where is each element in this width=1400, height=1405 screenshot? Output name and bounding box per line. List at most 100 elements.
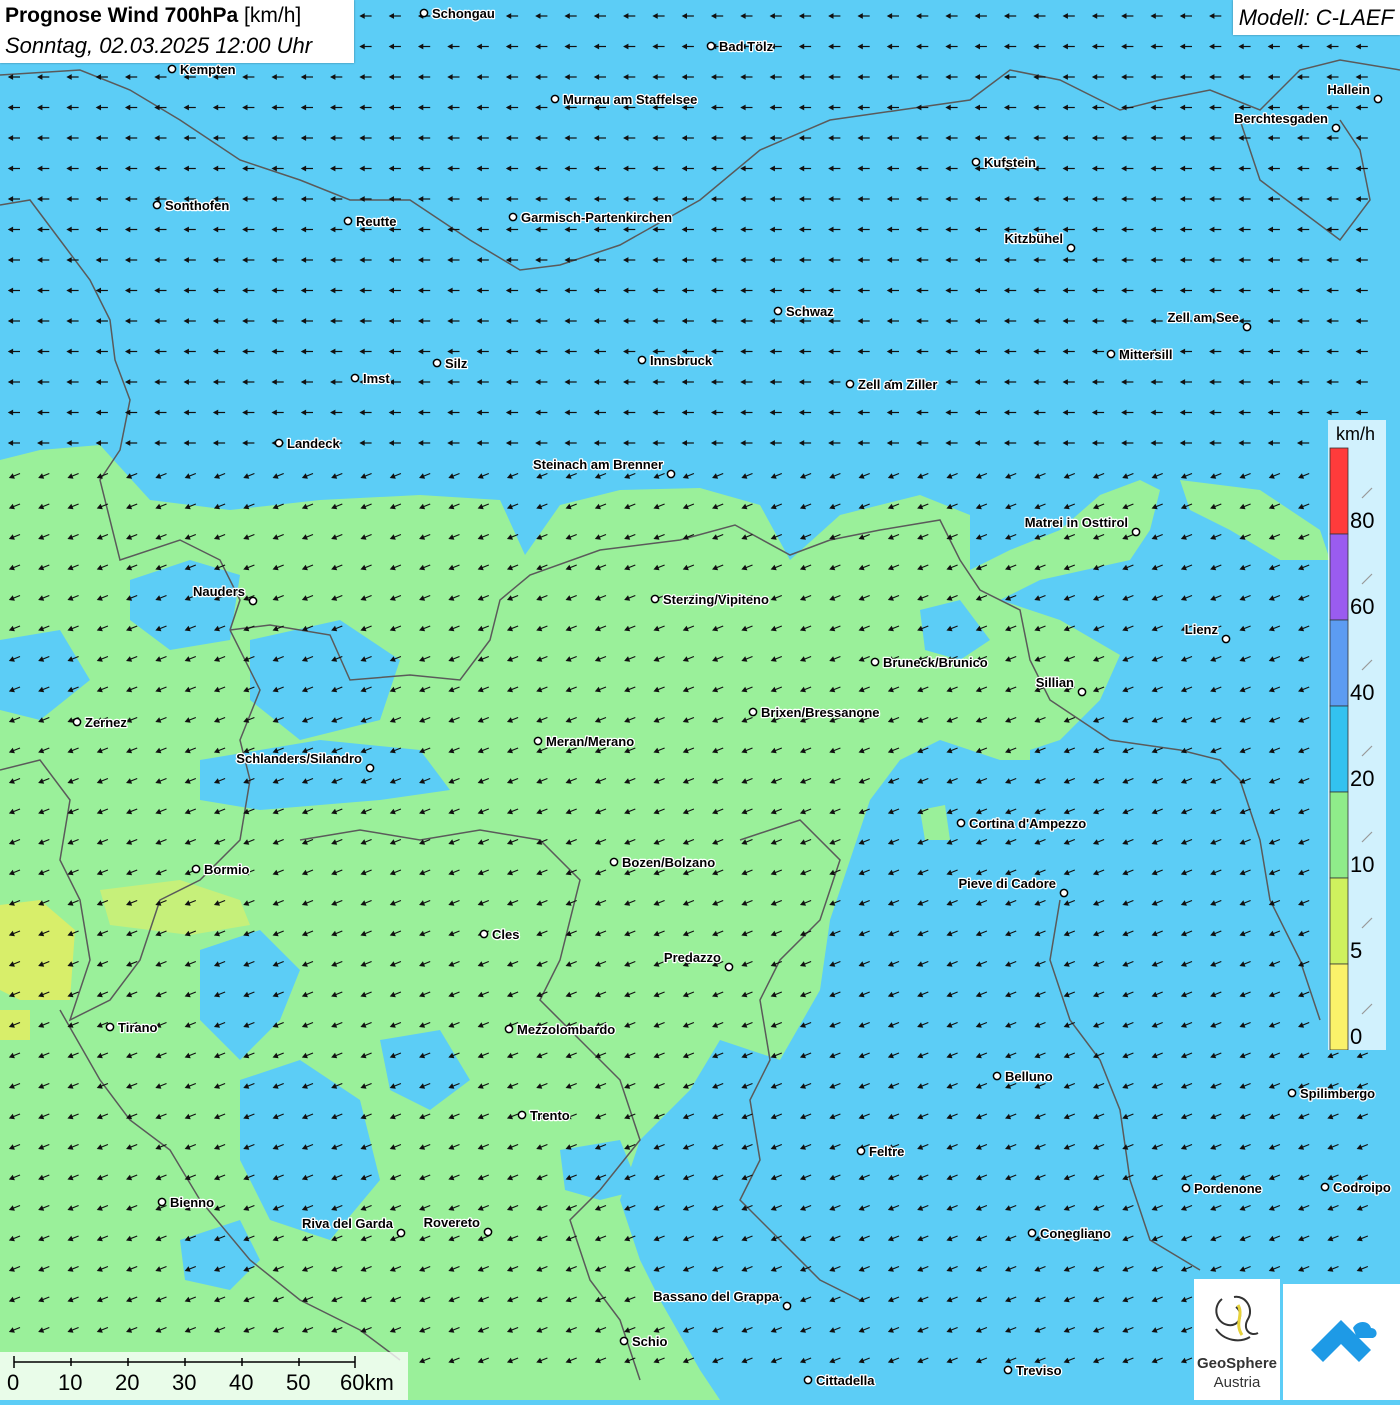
city-marker-icon	[508, 212, 518, 222]
city-label: Landeck	[287, 436, 341, 451]
legend-level-label: 60	[1350, 594, 1374, 619]
city-label: Imst	[363, 371, 390, 386]
city-label: Zernez	[85, 715, 127, 730]
city-label: Spilimbergo	[1300, 1086, 1375, 1101]
geosphere-logo-icon	[1215, 1295, 1259, 1342]
legend-swatch	[1329, 447, 1349, 535]
legend-arrow-icon	[1361, 745, 1373, 757]
city-marker-icon	[517, 1110, 527, 1120]
city-label: Kempten	[180, 62, 236, 77]
color-legend: km/h 80 60 40 20 10 5 0	[1328, 420, 1386, 1050]
logo-name-line1: GeoSphere	[1196, 1355, 1278, 1372]
city-label: Schwaz	[786, 304, 834, 319]
city-label: Matrei in Osttirol	[1025, 515, 1128, 530]
city-label: Cortina d'Ampezzo	[969, 816, 1086, 831]
city-marker-icon	[637, 355, 647, 365]
city-marker-icon	[845, 379, 855, 389]
city-label: Sillian	[1036, 675, 1074, 690]
city-marker-icon	[533, 736, 543, 746]
app-icon[interactable]	[1283, 1284, 1400, 1400]
city-marker-icon	[343, 216, 353, 226]
geosphere-logo[interactable]: GeoSphere Austria	[1194, 1279, 1280, 1400]
city-marker-icon	[803, 1375, 813, 1385]
legend-arrow-icon	[1361, 917, 1373, 929]
scale-label-40: 40	[229, 1370, 254, 1395]
city-label: Cittadella	[816, 1373, 875, 1388]
city-marker-icon	[504, 1024, 514, 1034]
legend-level-label: 80	[1350, 508, 1374, 533]
city-marker-icon	[992, 1071, 1002, 1081]
city-marker-icon	[1331, 123, 1341, 133]
city-label: Pordenone	[1194, 1181, 1262, 1196]
logo-name-line2: Austria	[1213, 1374, 1261, 1391]
legend-level-label: 10	[1350, 852, 1374, 877]
scale-label-30: 30	[172, 1370, 197, 1395]
city-label: Schongau	[432, 6, 495, 21]
city-marker-icon	[167, 64, 177, 74]
city-label: Reutte	[356, 214, 396, 229]
city-label: Bormio	[204, 862, 250, 877]
city-label: Hallein	[1327, 82, 1370, 97]
city-label: Steinach am Brenner	[533, 457, 663, 472]
city-marker-icon	[72, 717, 82, 727]
legend-swatch	[1329, 533, 1349, 621]
city-label: Nauders	[193, 584, 245, 599]
city-marker-icon	[396, 1228, 406, 1238]
city-marker-icon	[724, 962, 734, 972]
city-marker-icon	[1003, 1365, 1013, 1375]
city-label: Mezzolombardo	[517, 1022, 615, 1037]
city-label: Bozen/Bolzano	[622, 855, 715, 870]
city-label: Conegliano	[1040, 1226, 1111, 1241]
city-marker-icon	[419, 8, 429, 18]
city-marker-icon	[619, 1336, 629, 1346]
city-label: Bruneck/Brunico	[883, 655, 988, 670]
scale-bar: 0 10 20 30 40 50 60km	[0, 1352, 408, 1400]
city-label: Zell am See	[1167, 310, 1239, 325]
title-unit: [km/h]	[244, 4, 302, 27]
city-label: Murnau am Staffelsee	[563, 92, 697, 107]
city-label: Bassano del Grappa	[653, 1289, 779, 1304]
calm-patch-11	[1000, 725, 1030, 760]
city-marker-icon	[483, 1227, 493, 1237]
city-label: Kufstein	[984, 155, 1036, 170]
legend-arrow-icon	[1361, 1003, 1373, 1015]
legend-arrow-icon	[1361, 487, 1373, 499]
legend-swatch	[1329, 619, 1349, 707]
city-marker-icon	[1106, 349, 1116, 359]
city-marker-icon	[274, 438, 284, 448]
city-marker-icon	[856, 1146, 866, 1156]
forecast-datetime: Sonntag, 02.03.2025 12:00 Uhr	[5, 33, 313, 58]
title-text: Prognose Wind 700hPa	[5, 4, 239, 27]
city-marker-icon	[105, 1022, 115, 1032]
city-label: Innsbruck	[650, 353, 713, 368]
city-label: Schio	[632, 1334, 667, 1349]
legend-level-label: 40	[1350, 680, 1374, 705]
city-marker-icon	[365, 763, 375, 773]
city-marker-icon	[1221, 634, 1231, 644]
city-label: Sterzing/Vipiteno	[663, 592, 769, 607]
scale-label-50: 50	[286, 1370, 311, 1395]
city-marker-icon	[1027, 1228, 1037, 1238]
legend-level-label: 20	[1350, 766, 1374, 791]
city-label: Garmisch-Partenkirchen	[521, 210, 672, 225]
city-label: Berchtesgaden	[1234, 111, 1328, 126]
city-marker-icon	[350, 373, 360, 383]
city-label: Feltre	[869, 1144, 904, 1159]
city-marker-icon	[152, 200, 162, 210]
legend-swatch	[1329, 705, 1349, 793]
city-label: Codroipo	[1333, 1180, 1391, 1195]
city-label: Brixen/Bressanone	[761, 705, 880, 720]
app-arrow-icon	[1311, 1320, 1377, 1362]
wind-map: Schongau Bad Tölz Kempten Murnau am Staffel…	[0, 0, 1400, 1400]
map-title: Prognose Wind 700hPa [km/h]	[5, 4, 301, 28]
legend-arrow-icon	[1361, 573, 1373, 585]
model-label: Modell: C-LAEF	[1232, 0, 1400, 35]
city-label: Tirano	[118, 1020, 158, 1035]
city-marker-icon	[706, 41, 716, 51]
city-marker-icon	[748, 707, 758, 717]
city-marker-icon	[479, 929, 489, 939]
city-marker-icon	[1287, 1088, 1297, 1098]
city-marker-icon	[782, 1301, 792, 1311]
city-label: Mittersill	[1119, 347, 1172, 362]
scale-label-20: 20	[115, 1370, 140, 1395]
